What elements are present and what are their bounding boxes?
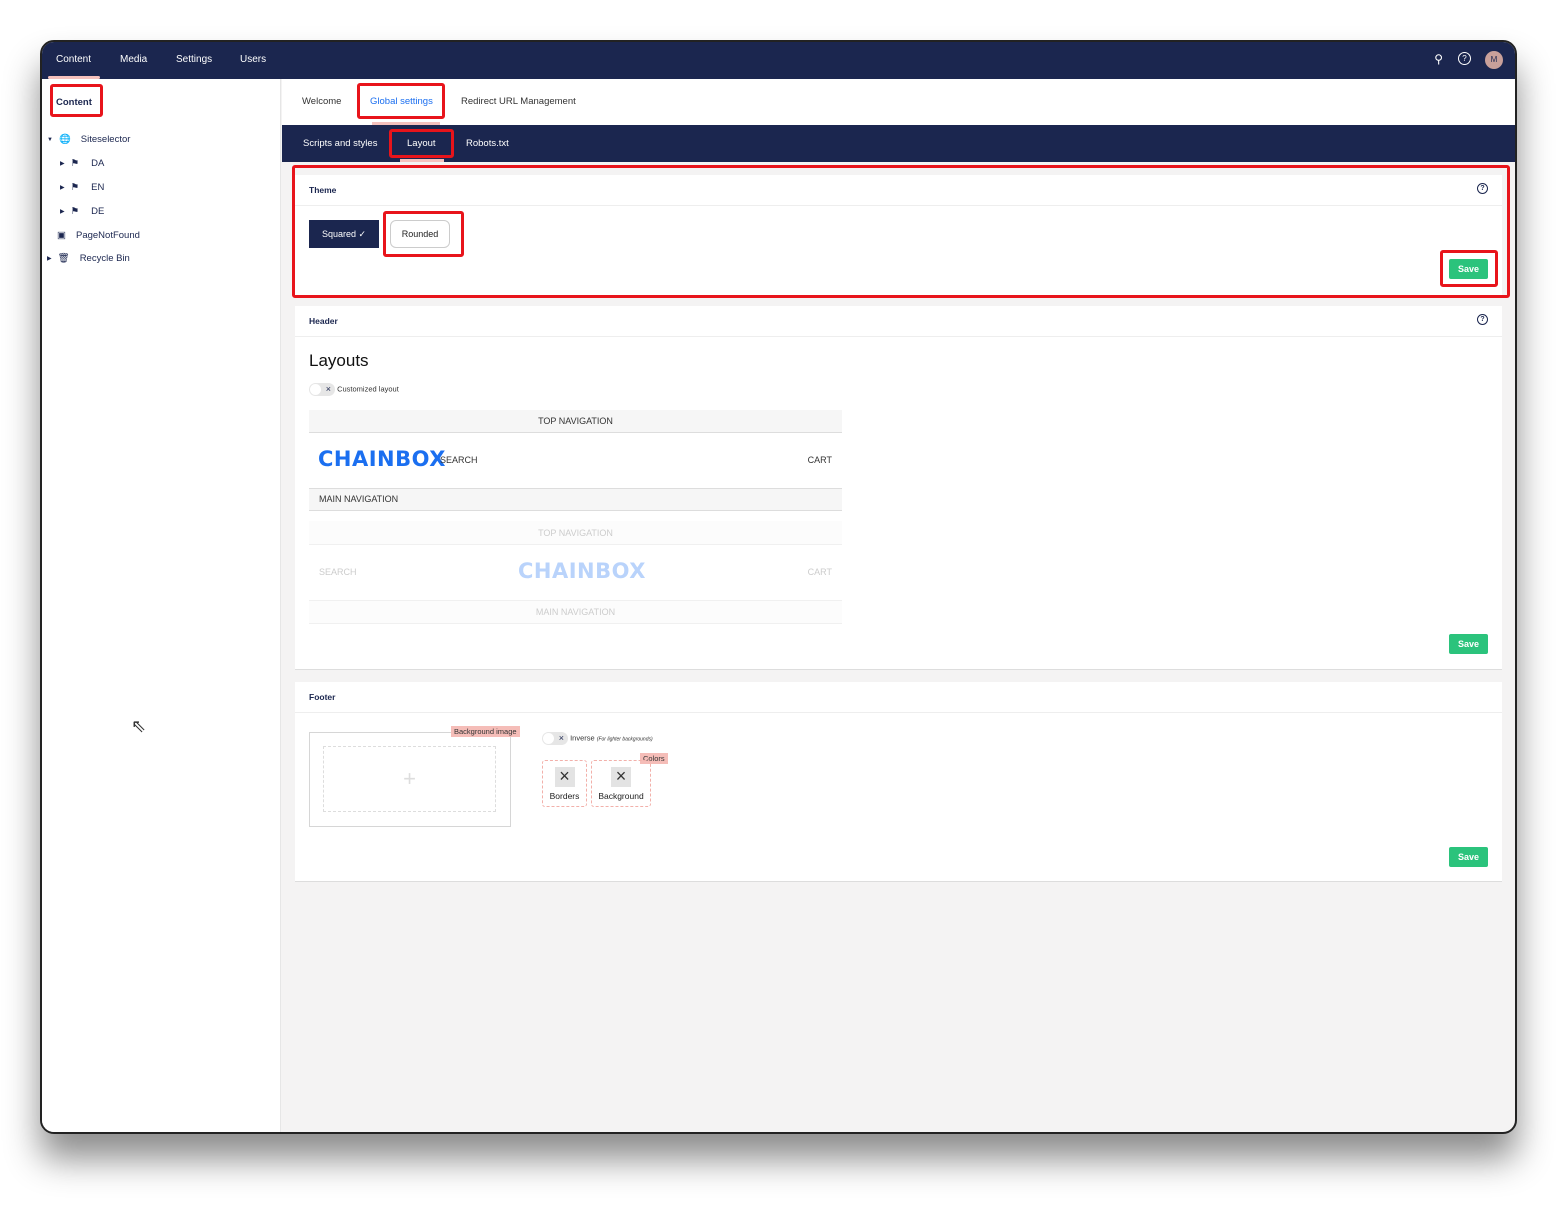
background-color-picker[interactable]: × Background [591,760,651,807]
globe-icon: 🌐 [58,134,71,145]
tree-item-da[interactable]: ▶ ⚑ DA [60,158,104,169]
layout1-logo: CHAINBOX [318,447,446,471]
mouse-cursor-icon: ⇖ [131,716,147,736]
customized-layout-toggle[interactable]: Customized layout [309,383,399,396]
close-icon: × [554,767,575,787]
close-icon: × [611,767,631,787]
nav-settings[interactable]: Settings [176,54,212,65]
save-button[interactable]: Save [1449,259,1488,279]
footer-card: Footer + Background image Inverse (For l… [295,682,1502,882]
app-window: Content Media Settings Users ⚲ ? M Conte… [40,40,1517,1134]
background-image-picker[interactable]: + [309,732,511,827]
theme-card: Theme? Squared ✓ Rounded Save [295,175,1502,297]
nav-content[interactable]: Content [56,54,91,65]
check-icon: ✓ [358,228,367,239]
layout2-logo: CHAINBOX [518,559,646,583]
layouts-heading: Layouts [309,351,369,370]
layout1-middle[interactable]: CHAINBOX SEARCH CART [309,433,842,488]
tab-welcome[interactable]: Welcome [302,96,341,107]
flag-icon: ⚑ [70,182,80,193]
subtab-scripts[interactable]: Scripts and styles [303,138,377,149]
main-area: Welcome Global settings Redirect URL Man… [282,79,1515,1132]
sidebar-title: Content [56,97,92,108]
help-icon[interactable]: ? [1477,314,1488,325]
nav-media[interactable]: Media [120,54,147,65]
search-icon[interactable]: ⚲ [1434,52,1443,66]
sidebar: Content ▼ 🌐 Siteselector ▶ ⚑ DA ▶ ⚑ EN ▶ ⚑ DE ▣ P… [42,79,281,1132]
subtabs: Scripts and styles Layout Robots.txt [282,125,1515,162]
help-icon[interactable]: ? [1477,183,1488,194]
subtab-layout[interactable]: Layout [407,138,436,149]
top-nav: Content Media Settings Users ⚲ ? M [42,42,1515,79]
avatar[interactable]: M [1485,51,1503,69]
help-icon[interactable]: ? [1458,52,1471,65]
header-title: Header [309,316,338,326]
theme-squared-button[interactable]: Squared ✓ [309,220,379,248]
nav-users[interactable]: Users [240,54,266,65]
flag-icon: ⚑ [70,158,80,169]
layout1-main-nav[interactable]: MAIN NAVIGATION [309,488,842,511]
layout2-middle[interactable]: SEARCH CHAINBOX CART [309,545,842,600]
tab-redirect-url[interactable]: Redirect URL Management [461,96,576,107]
theme-rounded-button[interactable]: Rounded [390,220,450,248]
background-image-tag: Background image [451,726,520,737]
tabs: Welcome Global settings Redirect URL Man… [282,79,1515,125]
tree-item-pagenotfound[interactable]: ▣ PageNotFound [57,230,140,241]
save-button[interactable]: Save [1449,847,1488,867]
tree-item-en[interactable]: ▶ ⚑ EN [60,182,104,193]
save-button[interactable]: Save [1449,634,1488,654]
tree-item-siteselector[interactable]: ▼ 🌐 Siteselector [47,134,130,145]
layout2-main-nav[interactable]: MAIN NAVIGATION [309,600,842,624]
tree-item-recycle-bin[interactable]: ▶ 🗑 Recycle Bin [47,253,130,264]
layout1-top-nav[interactable]: TOP NAVIGATION [309,410,842,433]
subtab-robots[interactable]: Robots.txt [466,138,509,149]
inverse-toggle[interactable]: Inverse (For lighter backgrounds) [542,732,653,745]
layout2-top-nav[interactable]: TOP NAVIGATION [309,521,842,545]
tab-global-settings[interactable]: Global settings [370,96,433,107]
add-icon[interactable]: + [323,746,496,812]
flag-icon: ⚑ [70,206,80,217]
borders-color-picker[interactable]: × Borders [542,760,587,807]
trash-icon: 🗑 [57,253,70,264]
theme-title: Theme [309,185,337,195]
footer-title: Footer [309,692,336,702]
page-icon: ▣ [57,230,66,241]
tree-item-de[interactable]: ▶ ⚑ DE [60,206,104,217]
header-card: Header? Layouts Customized layout TOP NA… [295,306,1502,670]
